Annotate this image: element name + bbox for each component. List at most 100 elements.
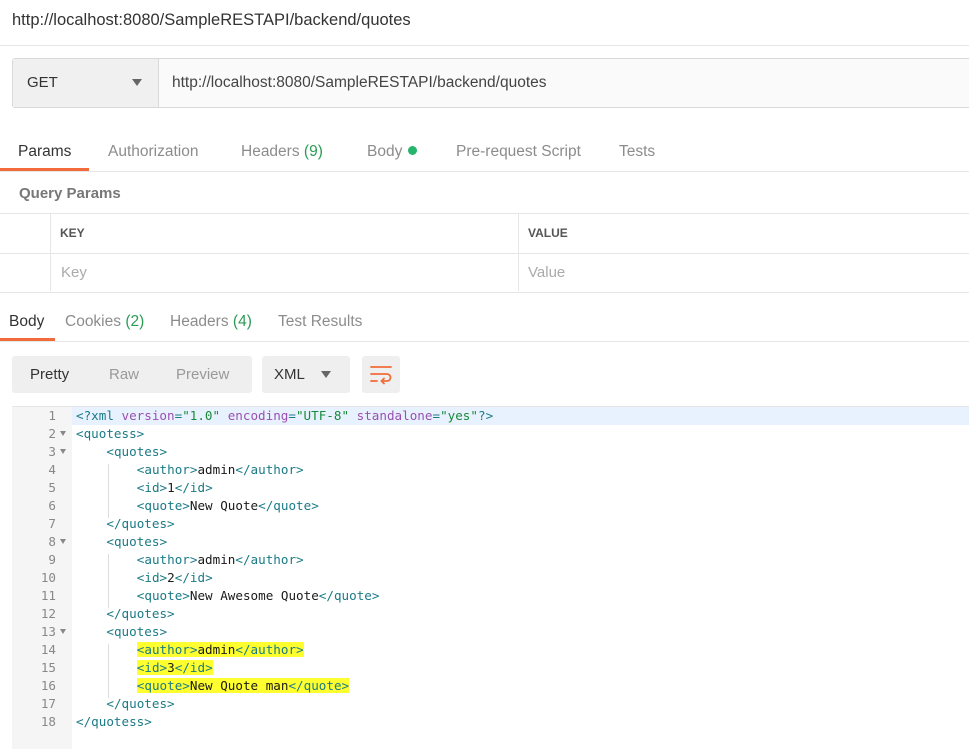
preview-button[interactable]: Preview bbox=[176, 366, 229, 383]
cookies-count-badge: (2) bbox=[125, 313, 145, 330]
fold-arrow-icon[interactable] bbox=[60, 539, 66, 544]
line-number: 13 bbox=[40, 624, 56, 639]
table-divider bbox=[50, 214, 51, 291]
format-label: XML bbox=[274, 366, 305, 383]
code-text: <id>1</id> bbox=[137, 479, 213, 497]
value-input[interactable]: Value bbox=[528, 264, 565, 281]
tab-response-headers[interactable]: Headers (4) bbox=[170, 313, 252, 331]
xml-attribute-value: "UTF-8" bbox=[295, 408, 350, 423]
highlighted-text: <author>admin</author> bbox=[136, 642, 304, 657]
raw-button[interactable]: Raw bbox=[109, 366, 139, 383]
highlighted-text: <id>3</id> bbox=[136, 660, 213, 675]
line-number: 14 bbox=[40, 642, 56, 657]
xml-tag: <author> bbox=[136, 552, 198, 567]
code-line: 6 <quote>New Quote</quote> bbox=[12, 497, 969, 515]
tab-body-label: Body bbox=[367, 143, 403, 160]
xml-tag: <author> bbox=[136, 462, 198, 477]
highlighted-text: <quote>New Quote man</quote> bbox=[136, 678, 350, 693]
code-line: 14 <author>admin</author> bbox=[12, 641, 969, 659]
line-number: 18 bbox=[40, 714, 56, 729]
code-text: </quotes> bbox=[106, 695, 174, 713]
tab-tests[interactable]: Tests bbox=[619, 143, 655, 161]
line-number: 12 bbox=[40, 606, 56, 621]
line-number: 6 bbox=[48, 498, 56, 513]
line-number: 4 bbox=[48, 462, 56, 477]
xml-tag: </id> bbox=[174, 570, 213, 585]
code-line: 8 <quotes> bbox=[12, 533, 969, 551]
format-select[interactable]: XML bbox=[262, 356, 350, 393]
xml-tag: </quote> bbox=[288, 678, 350, 693]
line-number: 10 bbox=[40, 570, 56, 585]
line-number: 8 bbox=[48, 534, 56, 549]
code-line: 4 <author>admin</author> bbox=[12, 461, 969, 479]
xml-tag: </quotes> bbox=[106, 606, 175, 621]
xml-tag: <quotess> bbox=[76, 426, 145, 441]
xml-text-value: New Awesome Quote bbox=[189, 588, 319, 603]
headers-count-badge: (9) bbox=[303, 143, 323, 160]
xml-tag: <id> bbox=[136, 660, 168, 675]
method-select[interactable]: GET bbox=[13, 59, 159, 107]
code-text: </quotes> bbox=[106, 605, 174, 623]
fold-arrow-icon[interactable] bbox=[60, 431, 66, 436]
code-text: <quote>New Awesome Quote</quote> bbox=[137, 587, 380, 605]
active-tab-indicator bbox=[0, 168, 89, 171]
code-line: 12 </quotes> bbox=[12, 605, 969, 623]
tab-headers[interactable]: Headers (9) bbox=[241, 143, 323, 161]
title-bar: http://localhost:8080/SampleRESTAPI/back… bbox=[0, 0, 969, 46]
xml-tag: <id> bbox=[136, 480, 168, 495]
xml-tag: </id> bbox=[174, 660, 213, 675]
tab-cookies-label: Cookies bbox=[65, 313, 121, 330]
method-label: GET bbox=[27, 74, 58, 91]
code-text: <?xml version="1.0" encoding="UTF-8" sta… bbox=[76, 407, 493, 425]
query-params-title: Query Params bbox=[19, 185, 121, 202]
xml-text-value: 3 bbox=[167, 660, 175, 675]
tab-params[interactable]: Params bbox=[18, 143, 71, 161]
xml-attribute-value: "1.0" bbox=[182, 408, 221, 423]
wrap-lines-button[interactable] bbox=[362, 356, 400, 393]
tab-prerequest-script[interactable]: Pre-request Script bbox=[456, 143, 581, 161]
chevron-down-icon bbox=[132, 79, 142, 86]
line-number: 3 bbox=[48, 444, 56, 459]
tab-response-body[interactable]: Body bbox=[9, 313, 44, 331]
code-text: <quote>New Quote man</quote> bbox=[136, 677, 350, 695]
key-input[interactable]: Key bbox=[61, 264, 87, 281]
xml-tag: </quotes> bbox=[106, 696, 175, 711]
pretty-button[interactable]: Pretty bbox=[30, 366, 69, 383]
response-body-editor[interactable]: 1 <?xml version="1.0" encoding="UTF-8" st… bbox=[12, 406, 969, 749]
code-text: <quotess> bbox=[76, 425, 144, 443]
code-line: 10 <id>2</id> bbox=[12, 569, 969, 587]
line-number: 11 bbox=[40, 588, 56, 603]
xml-text-value: admin bbox=[197, 642, 236, 657]
url-input[interactable]: http://localhost:8080/SampleRESTAPI/back… bbox=[159, 59, 969, 107]
xml-attribute-name: version bbox=[121, 408, 175, 423]
tab-test-results[interactable]: Test Results bbox=[278, 313, 362, 331]
xml-tag: </quotes> bbox=[106, 516, 175, 531]
xml-attribute-value: "yes" bbox=[440, 408, 478, 423]
tab-body[interactable]: Body bbox=[367, 143, 418, 161]
code-text: </quotess> bbox=[76, 713, 152, 731]
xml-text-value: 1 bbox=[167, 480, 175, 495]
xml-token: = bbox=[432, 408, 441, 423]
xml-token: ?> bbox=[477, 408, 494, 423]
view-mode-group: Pretty Raw Preview bbox=[12, 356, 252, 393]
request-tabs: Params Authorization Headers (9) Body Pr… bbox=[0, 130, 969, 172]
key-column-header: KEY bbox=[60, 226, 85, 240]
xml-text-value: 2 bbox=[167, 570, 175, 585]
code-line: 17 </quotes> bbox=[12, 695, 969, 713]
xml-tag: <quotes> bbox=[106, 444, 168, 459]
wrap-lines-icon bbox=[370, 366, 392, 385]
xml-text-value: New Quote man bbox=[189, 678, 289, 693]
xml-tag: </id> bbox=[174, 480, 213, 495]
xml-tag: </author> bbox=[235, 462, 304, 477]
request-bar: GET http://localhost:8080/SampleRESTAPI/… bbox=[12, 58, 969, 108]
fold-arrow-icon[interactable] bbox=[60, 449, 66, 454]
xml-token: = bbox=[288, 408, 296, 423]
tab-cookies[interactable]: Cookies (2) bbox=[65, 313, 144, 331]
xml-attribute-name: standalone bbox=[356, 408, 433, 423]
xml-tag: </quotess> bbox=[76, 714, 152, 729]
code-text: <id>3</id> bbox=[136, 659, 213, 677]
tab-authorization[interactable]: Authorization bbox=[108, 143, 198, 161]
fold-arrow-icon[interactable] bbox=[60, 629, 66, 634]
table-divider bbox=[518, 214, 519, 291]
code-text: <author>admin</author> bbox=[137, 461, 304, 479]
